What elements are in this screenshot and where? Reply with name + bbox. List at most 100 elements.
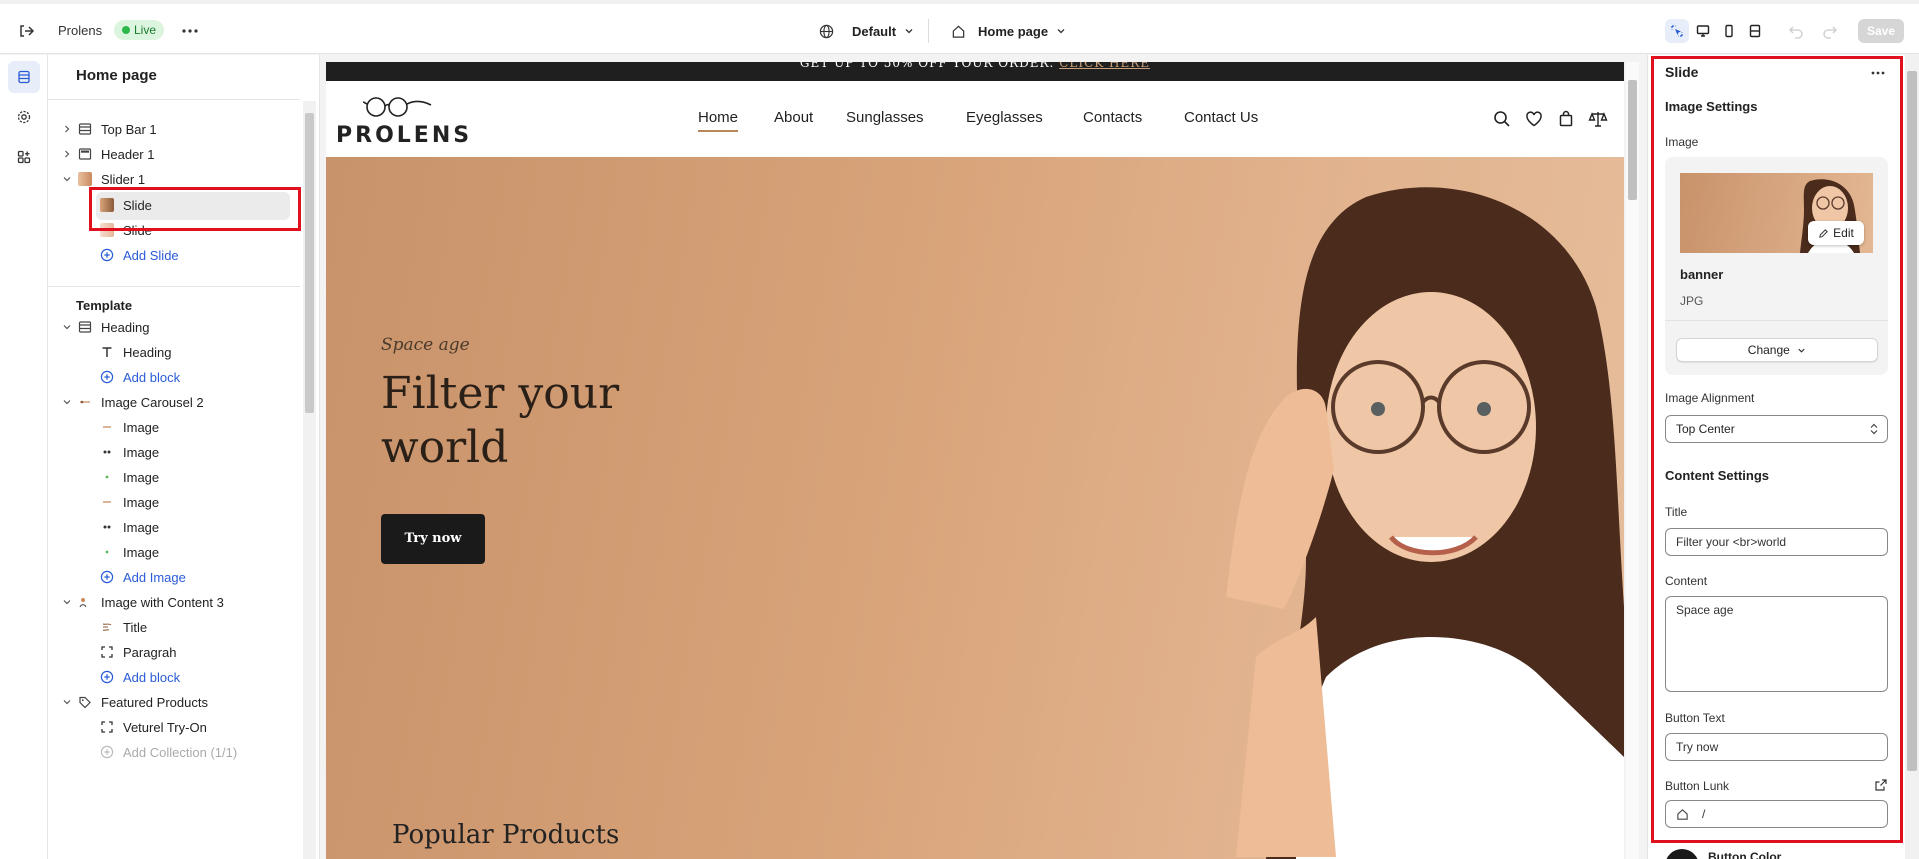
section-tree-sidebar: Home page Top Bar 1 Header 1 Slider 1 Sl…	[48, 55, 320, 859]
section-heading[interactable]: Heading	[48, 314, 300, 340]
block-image[interactable]: Image	[48, 414, 300, 440]
header-icon	[78, 147, 92, 161]
promo-bar: GET UP TO 50% OFF YOUR ORDER. CLICK HERE	[326, 62, 1624, 81]
section-top-bar[interactable]: Top Bar 1	[48, 116, 300, 142]
scrollbar-thumb[interactable]	[1907, 71, 1917, 771]
inspector-select-icon[interactable]	[1665, 19, 1689, 43]
template-heading: Template	[76, 298, 133, 313]
block-image[interactable]: Image	[48, 464, 300, 490]
redo-icon[interactable]	[1822, 23, 1838, 39]
panel-scrollbar[interactable]	[1905, 55, 1919, 859]
theme-selector[interactable]: Default	[819, 21, 914, 41]
add-slide-button[interactable]: Add Slide	[48, 242, 300, 268]
chevron-right-icon[interactable]	[62, 149, 72, 159]
section-image-carousel[interactable]: Image Carousel 2	[48, 389, 300, 415]
nav-about[interactable]: About	[774, 109, 813, 126]
sections-icon[interactable]	[8, 61, 40, 93]
tag-icon	[78, 695, 92, 709]
layout-icon	[78, 122, 92, 136]
selection-highlight	[89, 187, 301, 231]
nav-sunglasses[interactable]: Sunglasses	[846, 109, 924, 126]
block-label: Image	[123, 444, 160, 460]
section-label: Heading	[101, 319, 150, 335]
nav-eyeglasses[interactable]: Eyeglasses	[966, 109, 1043, 126]
save-button[interactable]: Save	[1858, 19, 1904, 43]
edit-image-button[interactable]: Edit	[1808, 221, 1864, 245]
apps-icon[interactable]	[8, 141, 40, 173]
hero-slide[interactable]: Space age Filter your world Try now Popu…	[326, 157, 1624, 859]
plus-circle-icon	[100, 745, 114, 759]
chevron-right-icon[interactable]	[62, 124, 72, 134]
image-content-thumbnail-icon	[78, 595, 92, 609]
live-status-badge: Live	[114, 20, 165, 40]
scrollbar-thumb[interactable]	[1628, 80, 1637, 200]
frame-icon	[100, 720, 114, 734]
block-image[interactable]: Image	[48, 539, 300, 565]
nav-contact-us[interactable]: Contact Us	[1184, 109, 1258, 126]
divider	[48, 99, 300, 100]
section-label: Image with Content 3	[101, 594, 224, 610]
settings-gear-icon[interactable]	[8, 101, 40, 133]
block-label: Image	[123, 544, 160, 560]
add-label: Add block	[123, 669, 181, 685]
block-label: Image	[123, 519, 160, 535]
site-logo[interactable]: PROLENS	[336, 123, 472, 148]
section-label: Header 1	[101, 146, 155, 162]
promo-link[interactable]: CLICK HERE	[1059, 62, 1150, 70]
shopping-bag-icon[interactable]	[1556, 109, 1576, 129]
scrollbar-thumb[interactable]	[305, 113, 314, 413]
add-block-button[interactable]: Add block	[48, 664, 300, 690]
chevron-down-icon[interactable]	[62, 397, 72, 407]
section-featured-products[interactable]: Featured Products	[48, 689, 300, 715]
add-block-button[interactable]: Add block	[48, 364, 300, 390]
chevron-down-icon[interactable]	[62, 597, 72, 607]
add-label: Add Collection (1/1)	[123, 744, 238, 760]
block-image[interactable]: Image	[48, 439, 300, 465]
page-selector[interactable]: Home page	[951, 21, 1066, 41]
nav-home[interactable]: Home	[698, 109, 739, 132]
exit-icon[interactable]	[16, 21, 36, 41]
canvas-scrollbar[interactable]	[1626, 62, 1639, 859]
store-name: Prolens	[58, 23, 103, 38]
hero-subtitle: Space age	[381, 335, 470, 355]
image-thumbnail-icon	[100, 445, 114, 459]
hero-try-now-button[interactable]: Try now	[381, 514, 485, 564]
slider-thumbnail-icon	[78, 172, 92, 186]
chevron-down-icon[interactable]	[62, 174, 72, 184]
add-image-button[interactable]: Add Image	[48, 564, 300, 590]
desktop-view-icon[interactable]	[1691, 19, 1715, 43]
image-thumbnail-icon	[100, 520, 114, 534]
glasses-logo-icon	[362, 93, 434, 121]
add-label: Add block	[123, 369, 181, 385]
fullscreen-view-icon[interactable]	[1743, 19, 1767, 43]
mobile-view-icon[interactable]	[1717, 19, 1741, 43]
block-heading[interactable]: Heading	[48, 339, 300, 365]
add-label: Add Slide	[123, 247, 179, 263]
text-icon	[100, 345, 114, 359]
edit-label: Edit	[1833, 226, 1854, 240]
block-virtual-try-on[interactable]: Veturel Try-On	[48, 714, 300, 740]
more-options-icon[interactable]	[180, 21, 200, 41]
search-icon[interactable]	[1492, 109, 1512, 129]
chevron-down-icon[interactable]	[62, 697, 72, 707]
block-paragraph[interactable]: Paragrah	[48, 639, 300, 665]
chevron-down-icon[interactable]	[62, 322, 72, 332]
left-rail	[0, 55, 48, 859]
block-image[interactable]: Image	[48, 514, 300, 540]
sidebar-scrollbar[interactable]	[303, 101, 316, 859]
heart-icon[interactable]	[1524, 109, 1544, 129]
undo-icon[interactable]	[1788, 23, 1804, 39]
block-image[interactable]: Image	[48, 489, 300, 515]
top-bar: Prolens Live Default Home page Save	[0, 0, 1919, 54]
section-header[interactable]: Header 1	[48, 141, 300, 167]
divider	[928, 19, 929, 43]
nav-contacts[interactable]: Contacts	[1083, 109, 1142, 126]
add-collection-button[interactable]: Add Collection (1/1)	[48, 739, 300, 765]
preview-canvas: GET UP TO 50% OFF YOUR ORDER. CLICK HERE…	[326, 62, 1624, 859]
button-color-swatch[interactable]	[1665, 849, 1699, 859]
block-title[interactable]: Title	[48, 614, 300, 640]
popular-products-heading: Popular Products	[392, 820, 620, 850]
compare-scale-icon[interactable]	[1588, 109, 1608, 129]
page-label: Home page	[978, 23, 1049, 39]
section-image-with-content[interactable]: Image with Content 3	[48, 589, 300, 615]
